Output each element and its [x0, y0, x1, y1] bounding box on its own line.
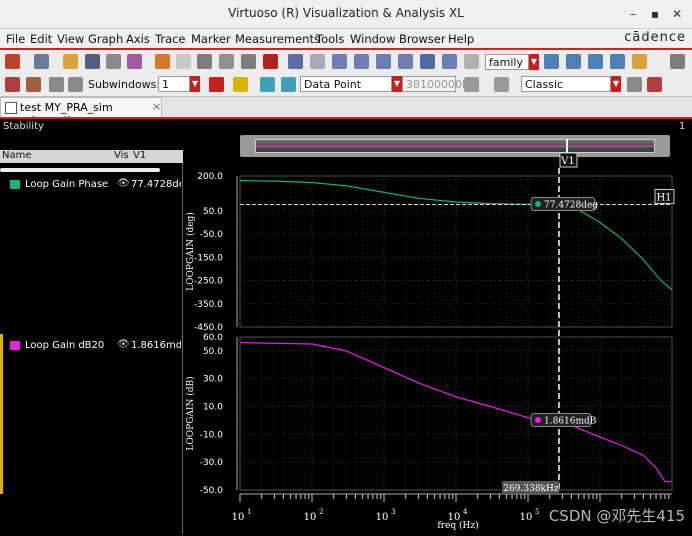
x-tick-exponent: 4	[463, 508, 468, 516]
y-tick-label: 60.0	[203, 333, 223, 343]
x-tick-exponent: 5	[535, 508, 539, 516]
v1-marker-label: V1	[560, 156, 575, 167]
point-marker-label: 1.8616mdB	[544, 416, 597, 426]
y-tick-label: 30.0	[203, 375, 223, 385]
point-marker-dot	[535, 200, 541, 207]
h1-marker-label: H1	[656, 192, 671, 203]
x-tick-label: 10	[520, 512, 533, 523]
y-axis-label: LOOPGAIN (deg)	[185, 212, 196, 291]
y-tick-label: -30.0	[200, 458, 224, 468]
y-tick-label: -250.0	[194, 277, 223, 287]
y-tick-label: 50.0	[203, 347, 223, 357]
y-tick-label: 10.0	[203, 403, 223, 413]
cursor-frequency-readout: 269.338kHz	[503, 484, 559, 494]
y-tick-label: -150.0	[194, 253, 223, 263]
x-tick-exponent: 1	[247, 508, 251, 516]
y-axis-label: LOOPGAIN (dB)	[185, 376, 196, 450]
plot-area[interactable]: 200.0 50.0 -50.0 -150.0 -250.0 -350.0 -450.0 LO…	[0, 0, 692, 536]
y-tick-label: -350.0	[194, 300, 223, 310]
x-tick-label: 10	[376, 512, 389, 523]
y-tick-label: 50.0	[203, 207, 223, 217]
y-tick-label: -50.0	[200, 230, 224, 240]
x-tick-label: 10	[232, 512, 245, 523]
x-tick-exponent: 2	[319, 508, 323, 516]
x-tick-exponent: 3	[391, 508, 395, 516]
x-axis-label: freq (Hz)	[437, 520, 478, 531]
watermark: CSDN @邓先生415	[549, 507, 685, 525]
point-marker-dot	[535, 416, 541, 423]
y-tick-label: 200.0	[197, 172, 223, 182]
x-tick-label: 10	[304, 512, 317, 523]
y-tick-label: -10.0	[200, 430, 224, 440]
y-tick-label: -50.0	[200, 486, 224, 496]
point-marker-label: 77.4728deg	[544, 200, 598, 210]
y-tick-label: -450.0	[194, 323, 223, 333]
